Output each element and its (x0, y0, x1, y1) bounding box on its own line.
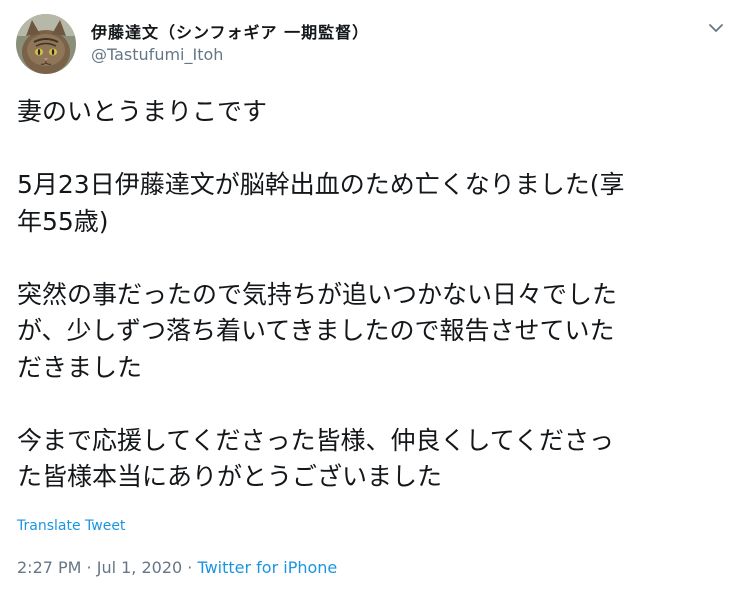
tweet-line: が、少しずつ落ち着いてきましたので報告させていた (17, 316, 615, 345)
chevron-down-icon[interactable] (706, 18, 726, 38)
tweet-line: 今まで応援してくださった皆様、仲良くしてくださっ (17, 425, 615, 455)
translate-tweet-link[interactable]: Translate Tweet (17, 518, 125, 534)
tweet-line: た皆様本当にありがとうございました (17, 462, 443, 491)
user-handle[interactable]: @Tastufumi_Itoh (91, 45, 223, 64)
tweet-line: 年55歳) (17, 206, 109, 236)
tweet-meta: 2:27 PM · Jul 1, 2020 · Twitter for iPho… (17, 558, 337, 577)
tweet-line: だきました (17, 352, 143, 382)
meta-separator: · (182, 558, 198, 577)
tweet-source-link[interactable]: Twitter for iPhone (197, 558, 337, 577)
tweet-text: 妻のいとうまりこです 5月23日伊藤達文が脳幹出血のため亡くなりました(享 年5… (17, 94, 729, 496)
cat-avatar-icon[interactable] (16, 14, 76, 74)
tweet-line: 妻のいとうまりこです (17, 97, 268, 126)
tweet-line: 突然の事だったので気持ちが追いつかない日々でした (17, 279, 618, 309)
tweet-timestamp[interactable]: 2:27 PM · Jul 1, 2020 (17, 558, 182, 577)
display-name[interactable]: 伊藤達文（シンフォギア 一期監督） (91, 19, 369, 43)
tweet-card: 伊藤達文（シンフォギア 一期監督） @Tastufumi_Itoh 妻のいとうま… (0, 0, 740, 592)
tweet-line: 5月23日伊藤達文が脳幹出血のため亡くなりました(享 (17, 170, 625, 199)
